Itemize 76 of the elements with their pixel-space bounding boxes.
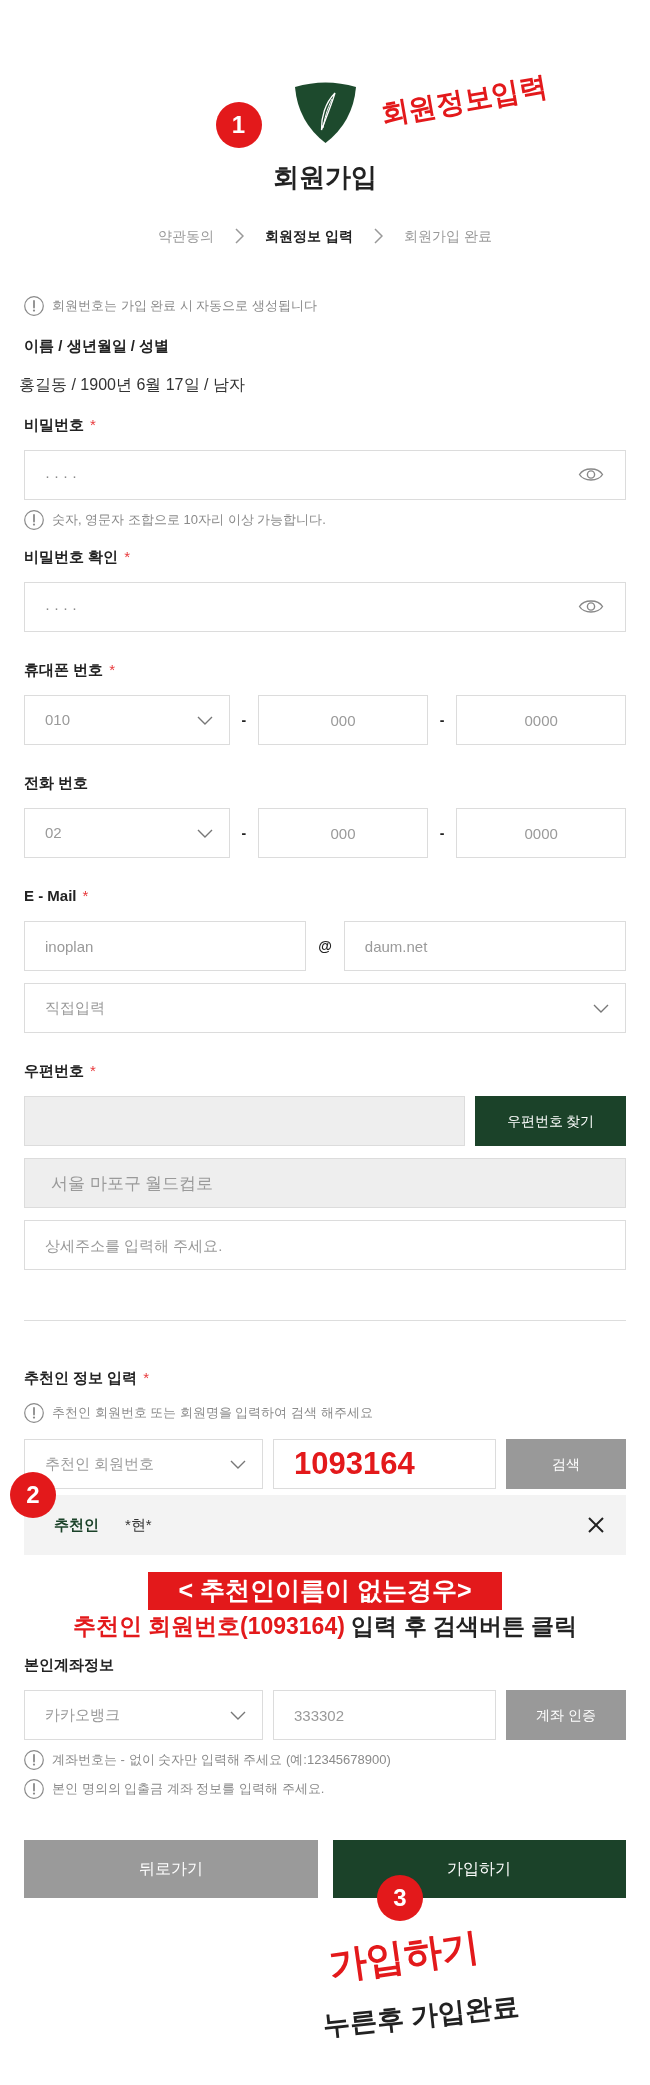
annotation-text: 누른후 가입완료 [321, 1989, 521, 2043]
chevron-right-icon [235, 228, 245, 244]
instruction-text: 추천인 회원번호(1093164) 입력 후 검색버튼 클릭 [72, 1612, 578, 1641]
text-field[interactable]: inoplan [24, 921, 307, 971]
result-label: 추천인 [54, 1514, 99, 1535]
field-label: 휴대폰 번호 [24, 659, 104, 680]
password-field[interactable]: ···· [24, 450, 626, 500]
hint-text: 숫자, 영문자 조합으로 10자리 이상 가능합니다. [52, 511, 326, 530]
exclamation-circle-icon [24, 510, 44, 530]
step-label: 약관동의 [158, 226, 215, 246]
field-separator: - [438, 710, 446, 730]
field-label: 추천인 정보 입력 [24, 1367, 138, 1388]
select-field[interactable]: 카카오뱅크 [24, 1690, 263, 1740]
exclamation-circle-icon [24, 1750, 44, 1770]
number-field[interactable]: 1093164 [273, 1439, 496, 1489]
text-field[interactable]: daum.net [343, 921, 626, 971]
field-label: 비밀번호 [24, 414, 84, 435]
page-title: 회원가입 [273, 161, 377, 193]
hint-text: 계좌번호는 - 없이 숫자만 입력해 주세요 (예:12345678900) [52, 1751, 391, 1770]
required-asterisk: * [124, 546, 130, 567]
step-label: 회원가입 완료 [404, 226, 492, 246]
shield-leaf-logo [293, 82, 357, 143]
required-asterisk: * [90, 1060, 96, 1081]
chevron-down-icon [593, 1003, 609, 1013]
secondary-button[interactable]: 계좌 인증 [506, 1690, 626, 1740]
hint-text: 회원번호는 가입 완료 시 자동으로 생성됩니다 [52, 297, 318, 316]
field-label: E - Mail [24, 885, 77, 906]
field-separator: - [240, 823, 248, 843]
result-name: *현* [125, 1514, 152, 1535]
hint-text: 추천인 회원번호 또는 회원명을 입력하여 검색 해주세요 [52, 1404, 373, 1423]
chevron-down-icon [196, 828, 213, 838]
step-number-badge: 2 [10, 1472, 56, 1518]
exclamation-circle-icon [24, 1779, 44, 1799]
hint-text: 본인 명의의 입출금 계좌 정보를 입력해 주세요. [52, 1780, 325, 1799]
password-field[interactable]: ···· [24, 582, 626, 632]
field-separator: @ [317, 936, 333, 956]
number-field[interactable]: 0000 [456, 808, 626, 858]
required-asterisk: * [143, 1367, 150, 1388]
annotation-text: 가입하기 [325, 1925, 483, 1987]
chevron-right-icon [374, 228, 383, 244]
select-field[interactable]: 직접입력 [24, 983, 626, 1033]
text-field[interactable]: 상세주소를 입력해 주세요. [24, 1220, 626, 1270]
close-icon[interactable] [587, 1516, 605, 1534]
secondary-button[interactable]: 검색 [506, 1439, 626, 1489]
field-separator: - [240, 710, 248, 730]
field-label: 전화 번호 [24, 772, 89, 793]
text-field[interactable]: 333302 [273, 1690, 496, 1740]
field-label: 본인계좌정보 [24, 1654, 114, 1675]
text-field[interactable] [24, 1096, 465, 1146]
primary-button[interactable]: 우편번호 찾기 [475, 1096, 626, 1146]
profile-value: 홍길동 / 1900년 6월 17일 / 남자 [19, 375, 245, 395]
step-number-badge: 3 [377, 1875, 423, 1921]
callout-banner: < 추천인이름이 없는경우> [148, 1572, 502, 1610]
chevron-down-icon [196, 715, 213, 725]
field-label: 우편번호 [24, 1060, 84, 1081]
field-label: 비밀번호 확인 [24, 546, 119, 567]
step-label: 회원정보 입력 [265, 226, 353, 246]
number-field[interactable]: 000 [258, 695, 428, 745]
field-separator: - [438, 823, 446, 843]
select-field[interactable]: 010 [24, 695, 230, 745]
field-label: 이름 / 생년월일 / 성별 [24, 335, 169, 356]
number-field[interactable]: 000 [258, 808, 428, 858]
required-asterisk: * [109, 659, 115, 680]
eye-icon[interactable] [578, 466, 604, 483]
required-asterisk: * [82, 885, 89, 906]
chevron-down-icon [230, 1459, 246, 1469]
step-number-badge: 1 [215, 102, 262, 148]
required-asterisk: * [90, 414, 96, 435]
exclamation-circle-icon [24, 1403, 44, 1423]
eye-icon[interactable] [578, 598, 604, 615]
chevron-down-icon [230, 1710, 246, 1720]
number-field[interactable]: 0000 [456, 695, 626, 745]
exclamation-circle-icon [24, 296, 44, 316]
secondary-button[interactable]: 뒤로가기 [24, 1840, 318, 1898]
text-field[interactable]: 서울 마포구 월드컵로 [24, 1158, 626, 1208]
select-field[interactable]: 02 [24, 808, 230, 858]
